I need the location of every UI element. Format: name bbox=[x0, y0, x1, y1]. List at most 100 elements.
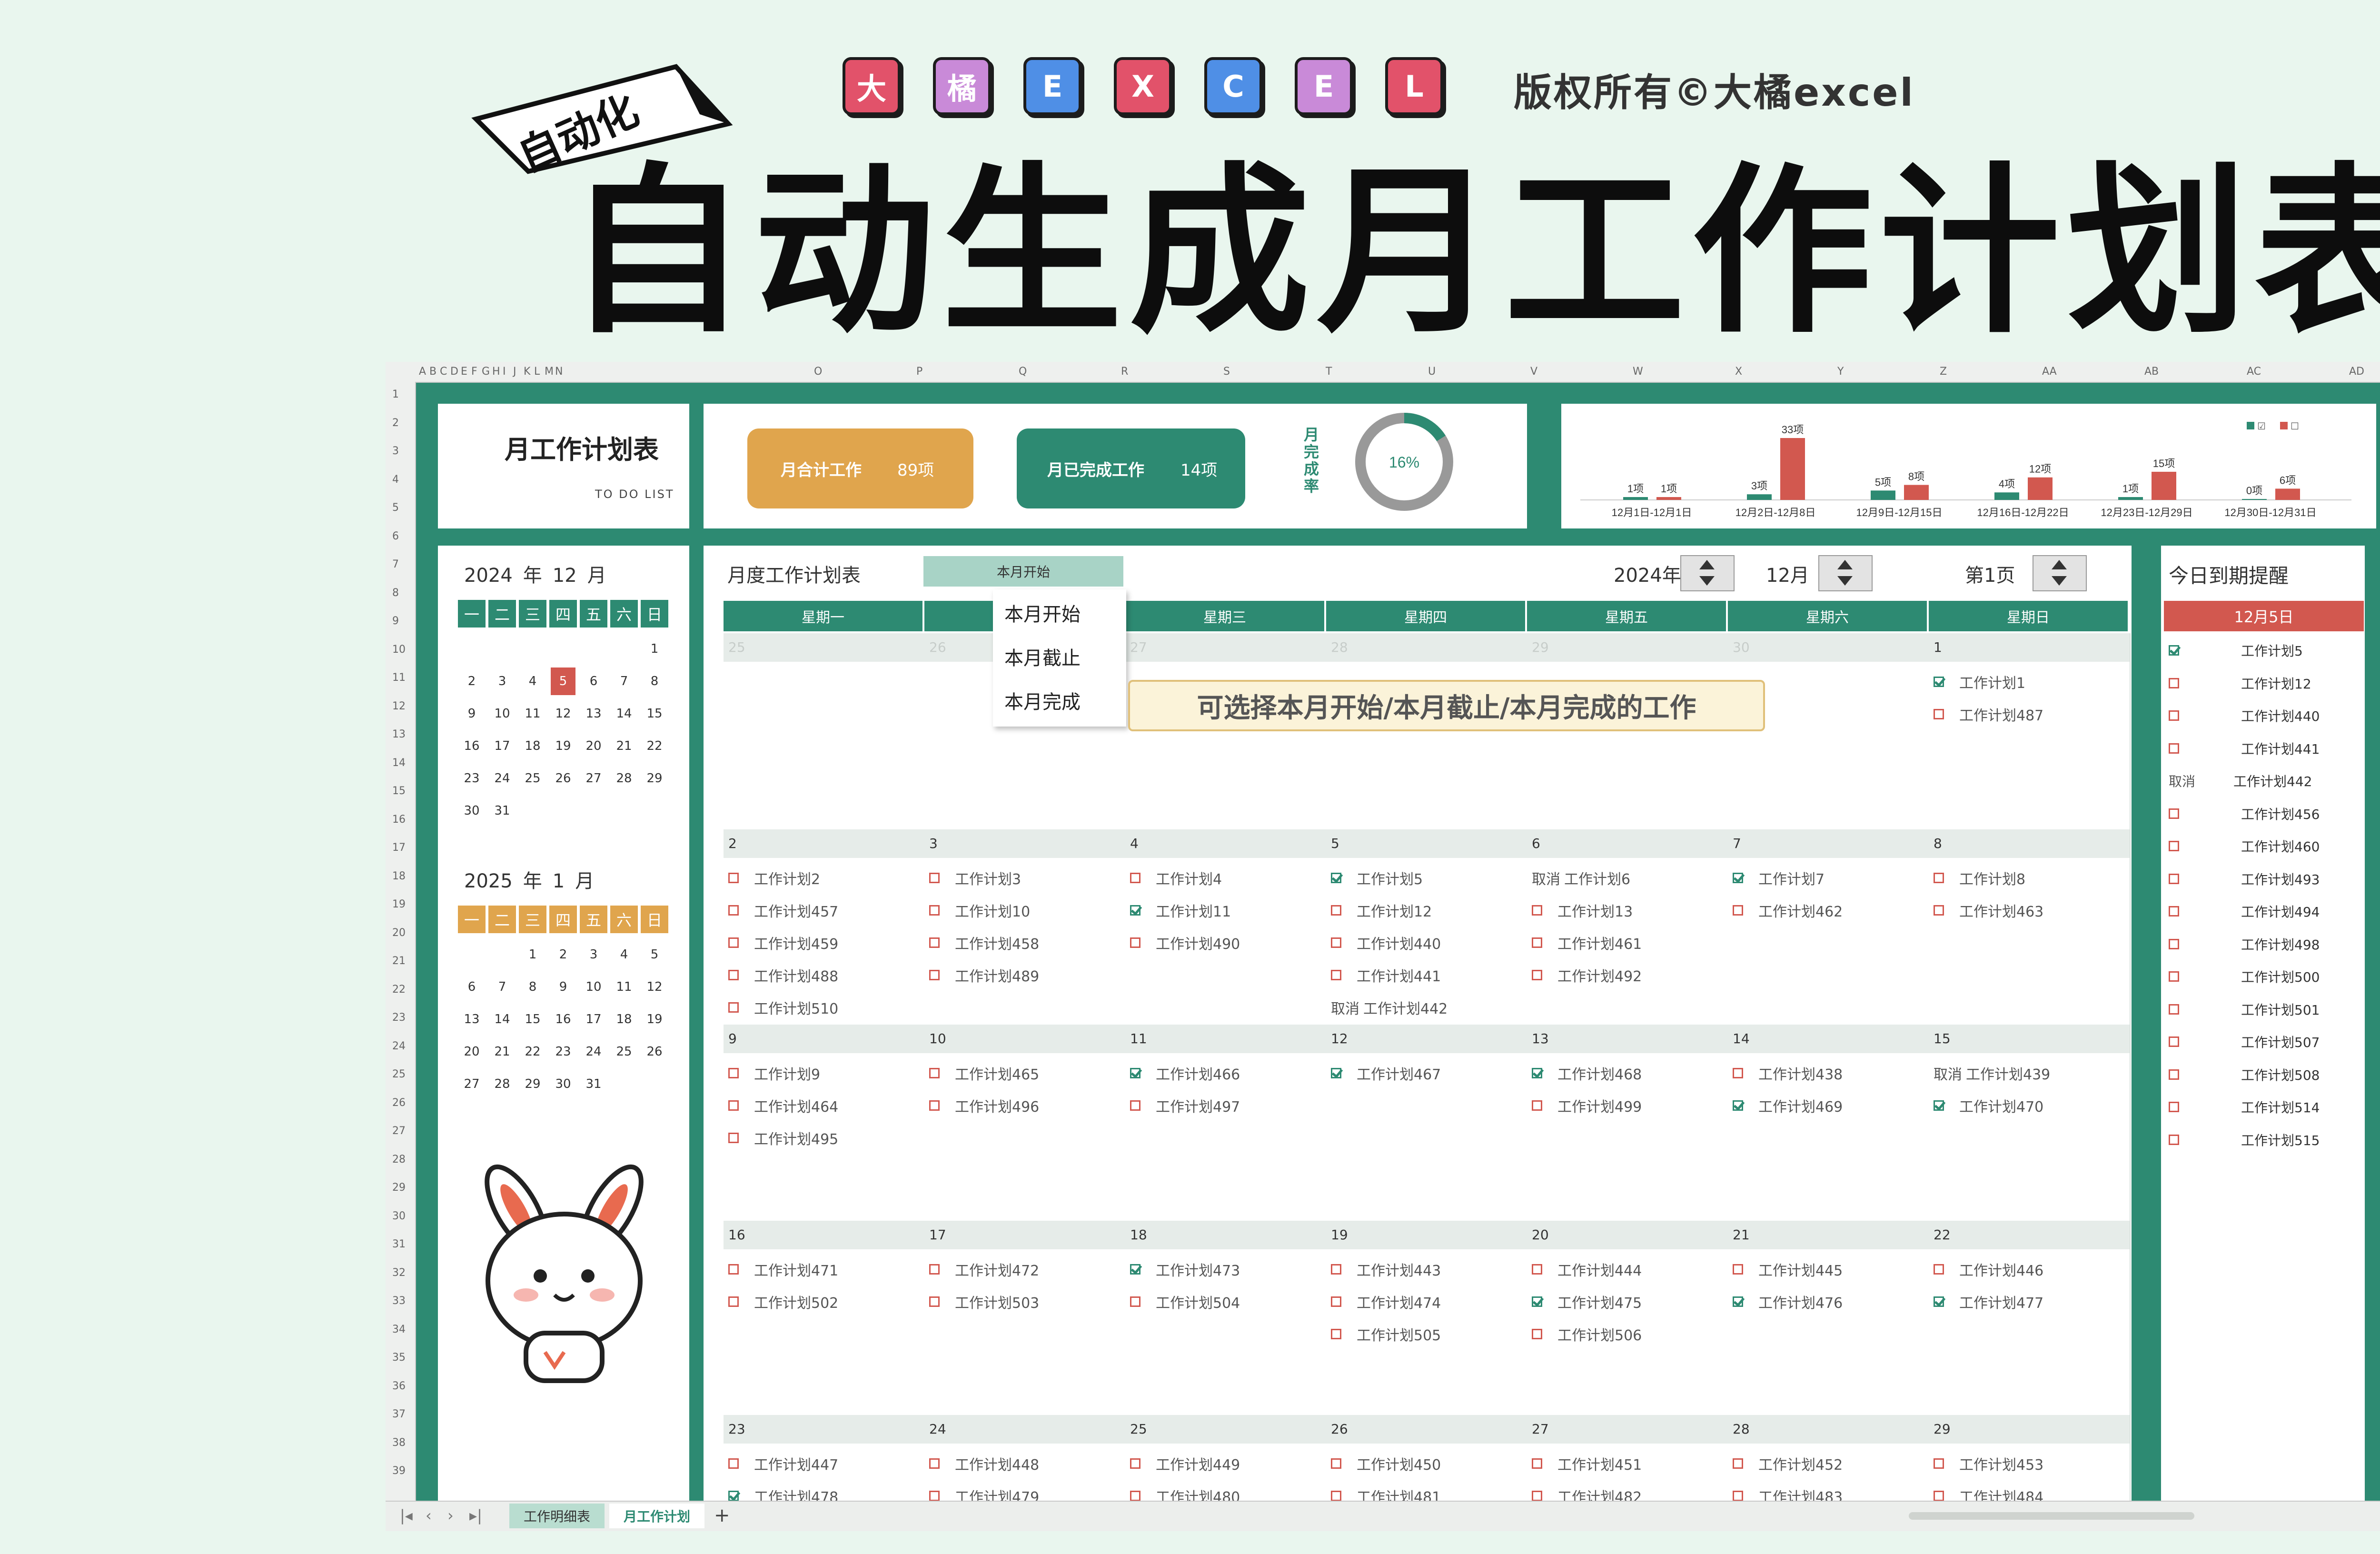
reminder-item[interactable]: 工作计划514 bbox=[2169, 1097, 2320, 1116]
unchecked-checkbox-icon[interactable] bbox=[728, 970, 739, 980]
unchecked-checkbox-icon[interactable] bbox=[1733, 1491, 1743, 1501]
unchecked-checkbox-icon[interactable] bbox=[2169, 1134, 2179, 1145]
day-cell[interactable]: 2 工作计划2 工作计划457 工作计划459 工作计划488 工作计划510 bbox=[724, 829, 925, 1026]
mini-day[interactable]: 8 bbox=[642, 674, 667, 688]
checked-checkbox-icon[interactable] bbox=[1532, 1296, 1542, 1307]
task-item[interactable]: 工作计划458 bbox=[929, 932, 1039, 953]
unchecked-checkbox-icon[interactable] bbox=[728, 873, 739, 883]
task-item[interactable]: 工作计划468 bbox=[1532, 1063, 1642, 1084]
task-item[interactable]: 工作计划505 bbox=[1331, 1324, 1441, 1345]
add-sheet-button[interactable]: + bbox=[714, 1504, 730, 1526]
mini-day[interactable]: 23 bbox=[459, 771, 484, 786]
mini-day-today[interactable]: 5 bbox=[551, 667, 575, 695]
reminder-item[interactable]: 工作计划12 bbox=[2169, 674, 2311, 693]
mini-day[interactable]: 29 bbox=[520, 1077, 545, 1091]
task-item[interactable]: 取消 工作计划6 bbox=[1532, 867, 1630, 888]
mini-day[interactable]: 7 bbox=[612, 674, 636, 688]
mini-day[interactable]: 15 bbox=[642, 707, 667, 721]
task-item[interactable]: 工作计划450 bbox=[1331, 1453, 1441, 1474]
mini-day[interactable]: 28 bbox=[490, 1077, 515, 1091]
task-item[interactable]: 工作计划4 bbox=[1130, 867, 1222, 888]
day-cell[interactable]: 5 工作计划5 工作计划12 工作计划440 工作计划441 取消 工作计划442 bbox=[1326, 829, 1528, 1026]
unchecked-checkbox-icon[interactable] bbox=[929, 1458, 940, 1469]
task-item[interactable]: 工作计划469 bbox=[1733, 1095, 1843, 1116]
reminder-item[interactable]: 工作计划456 bbox=[2169, 804, 2320, 823]
unchecked-checkbox-icon[interactable] bbox=[1331, 937, 1341, 948]
task-item[interactable]: 工作计划440 bbox=[1331, 932, 1441, 953]
checked-checkbox-icon[interactable] bbox=[1934, 1100, 1944, 1111]
mini-day[interactable]: 10 bbox=[490, 707, 515, 721]
checked-checkbox-icon[interactable] bbox=[1934, 677, 1944, 687]
unchecked-checkbox-icon[interactable] bbox=[2169, 677, 2179, 688]
task-item[interactable]: 工作计划471 bbox=[728, 1259, 838, 1280]
task-item[interactable]: 取消 工作计划442 bbox=[1331, 997, 1448, 1018]
day-cell[interactable]: 6 取消 工作计划6 工作计划13 工作计划461 工作计划492 bbox=[1527, 829, 1729, 1026]
day-cell[interactable]: 18 工作计划473 工作计划504 bbox=[1125, 1221, 1327, 1416]
task-item[interactable]: 工作计划503 bbox=[929, 1291, 1039, 1312]
day-cell[interactable]: 1 工作计划1 工作计划487 bbox=[1929, 633, 2131, 830]
mini-day[interactable]: 11 bbox=[520, 707, 545, 721]
mini-day[interactable]: 14 bbox=[612, 707, 636, 721]
mini-day[interactable]: 28 bbox=[612, 771, 636, 786]
unchecked-checkbox-icon[interactable] bbox=[1733, 905, 1743, 916]
unchecked-checkbox-icon[interactable] bbox=[728, 937, 739, 948]
unchecked-checkbox-icon[interactable] bbox=[1934, 905, 1944, 916]
task-item[interactable]: 工作计划449 bbox=[1130, 1453, 1240, 1474]
unchecked-checkbox-icon[interactable] bbox=[929, 1491, 940, 1501]
filter-option-2[interactable]: 本月截止 bbox=[1004, 643, 1081, 670]
day-cell[interactable]: 20 工作计划444 工作计划475 工作计划506 bbox=[1527, 1221, 1729, 1416]
checked-checkbox-icon[interactable] bbox=[1331, 1068, 1341, 1078]
mini-day[interactable]: 25 bbox=[612, 1045, 636, 1059]
unchecked-checkbox-icon[interactable] bbox=[2169, 1036, 2179, 1047]
mini-day[interactable]: 26 bbox=[551, 771, 575, 786]
task-item[interactable]: 工作计划443 bbox=[1331, 1259, 1441, 1280]
mini-day[interactable]: 19 bbox=[642, 1012, 667, 1026]
unchecked-checkbox-icon[interactable] bbox=[1934, 1264, 1944, 1275]
task-item[interactable]: 工作计划3 bbox=[929, 867, 1021, 888]
mini-day[interactable]: 24 bbox=[490, 771, 515, 786]
mini-day[interactable]: 27 bbox=[581, 771, 606, 786]
mini-day[interactable]: 24 bbox=[581, 1045, 606, 1059]
unchecked-checkbox-icon[interactable] bbox=[1532, 970, 1542, 980]
task-item[interactable]: 工作计划2 bbox=[728, 867, 820, 888]
mini-day[interactable]: 7 bbox=[490, 980, 515, 994]
task-item[interactable]: 工作计划448 bbox=[929, 1453, 1039, 1474]
day-cell[interactable]: 29 工作计划453 工作计划484 bbox=[1929, 1415, 2131, 1506]
mini-day[interactable]: 12 bbox=[551, 707, 575, 721]
mini-day[interactable]: 11 bbox=[612, 980, 636, 994]
mini-day[interactable]: 27 bbox=[459, 1077, 484, 1091]
unchecked-checkbox-icon[interactable] bbox=[1532, 1329, 1542, 1339]
unchecked-checkbox-icon[interactable] bbox=[2169, 1069, 2179, 1080]
unchecked-checkbox-icon[interactable] bbox=[728, 1458, 739, 1469]
task-item[interactable]: 工作计划490 bbox=[1130, 932, 1240, 953]
tab-prev-icon[interactable]: ‹ bbox=[426, 1506, 432, 1524]
task-item[interactable]: 工作计划464 bbox=[728, 1095, 838, 1116]
task-item[interactable]: 工作计划9 bbox=[728, 1063, 820, 1084]
unchecked-checkbox-icon[interactable] bbox=[1331, 1296, 1341, 1307]
reminder-item[interactable]: 工作计划494 bbox=[2169, 902, 2320, 921]
day-cell[interactable]: 16 工作计划471 工作计划502 bbox=[724, 1221, 925, 1416]
day-cell[interactable]: 28 bbox=[1326, 633, 1528, 830]
reminder-item[interactable]: 工作计划500 bbox=[2169, 967, 2320, 986]
unchecked-checkbox-icon[interactable] bbox=[2169, 1004, 2179, 1015]
unchecked-checkbox-icon[interactable] bbox=[728, 1002, 739, 1013]
task-item[interactable]: 工作计划495 bbox=[728, 1127, 838, 1148]
reminder-item[interactable]: 工作计划440 bbox=[2169, 706, 2320, 725]
day-cell[interactable]: 27 bbox=[1125, 633, 1327, 830]
mini-day[interactable]: 2 bbox=[551, 947, 575, 962]
unchecked-checkbox-icon[interactable] bbox=[1130, 1458, 1140, 1469]
unchecked-checkbox-icon[interactable] bbox=[1532, 1100, 1542, 1111]
year-spinner[interactable] bbox=[1680, 555, 1735, 591]
task-item[interactable]: 工作计划476 bbox=[1733, 1291, 1843, 1312]
mini-day[interactable]: 16 bbox=[551, 1012, 575, 1026]
unchecked-checkbox-icon[interactable] bbox=[1331, 970, 1341, 980]
day-cell[interactable]: 4 工作计划4 工作计划11 工作计划490 bbox=[1125, 829, 1327, 1026]
task-item[interactable]: 工作计划487 bbox=[1934, 704, 2043, 725]
unchecked-checkbox-icon[interactable] bbox=[1532, 1458, 1542, 1469]
filter-option-3[interactable]: 本月完成 bbox=[1004, 687, 1081, 714]
unchecked-checkbox-icon[interactable] bbox=[929, 970, 940, 980]
unchecked-checkbox-icon[interactable] bbox=[2169, 971, 2179, 982]
reminder-item[interactable]: 工作计划508 bbox=[2169, 1065, 2320, 1084]
day-cell[interactable]: 26 工作计划450 工作计划481 bbox=[1326, 1415, 1528, 1506]
month-spinner[interactable] bbox=[1818, 555, 1873, 591]
